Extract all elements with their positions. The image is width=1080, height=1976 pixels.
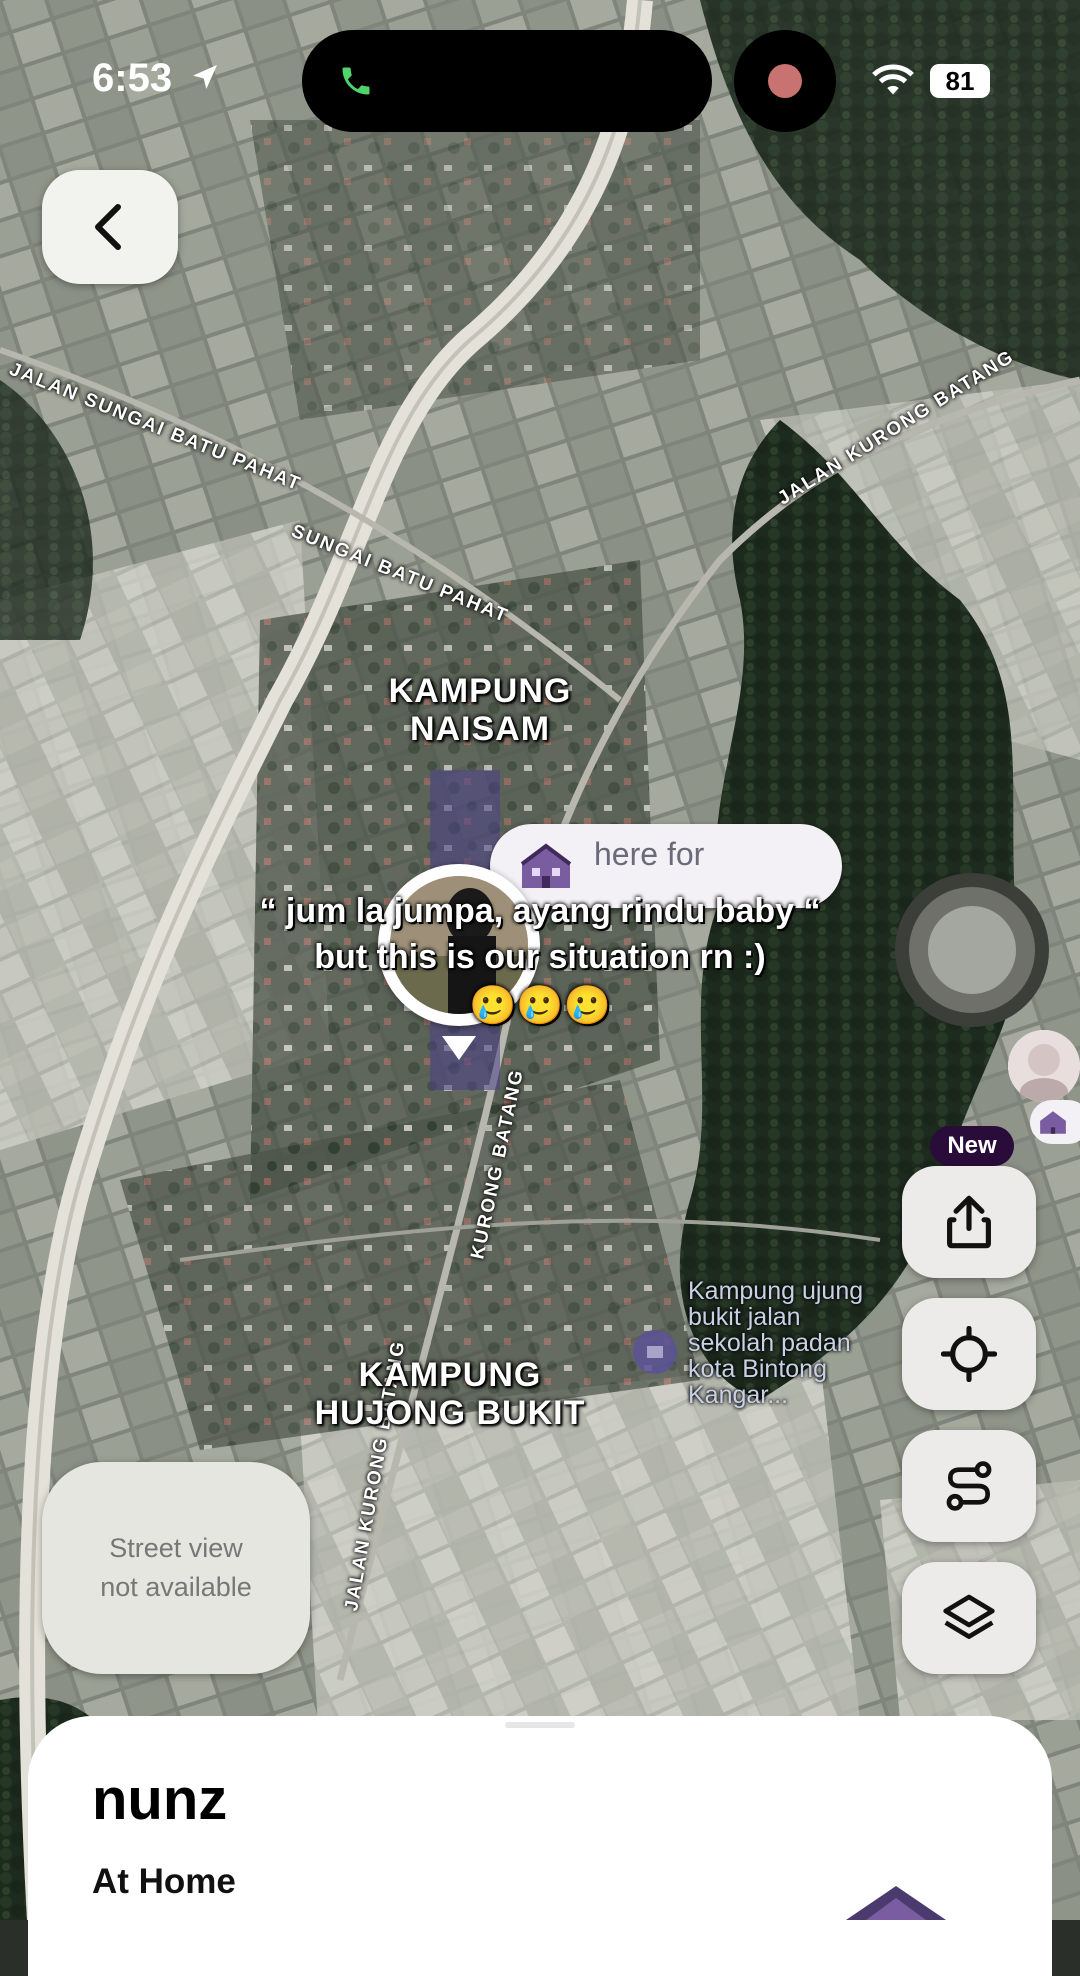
poi-label-line: Kangar...	[688, 1381, 789, 1409]
route-button[interactable]	[902, 1430, 1036, 1542]
sheet-handle[interactable]	[505, 1722, 575, 1728]
route-icon	[946, 1461, 992, 1511]
phone-icon	[342, 67, 370, 95]
area-label-line: KAMPUNG	[388, 672, 572, 710]
area-label-kampung-naisam: KAMPUNG NAISAM	[360, 672, 600, 748]
area-label-line: KAMPUNG	[358, 1356, 542, 1394]
street-view-card[interactable]: Street view not available	[42, 1462, 310, 1674]
poi-label-line: Kampung ujung	[688, 1277, 864, 1305]
poi-label-line: sekolah padan	[688, 1329, 851, 1357]
caption-line: “ jum la jumpa, ayang rindu baby “	[259, 892, 821, 930]
profile-name: nunz	[92, 1767, 228, 1832]
avatar-pin-pointer	[442, 1036, 476, 1060]
status-time: 6:53	[92, 56, 221, 101]
poi-label-line: kota Bintong	[688, 1355, 827, 1383]
house-icon	[520, 843, 572, 888]
recenter-button[interactable]	[902, 1298, 1036, 1410]
caption-line: but this is our situation rn :)	[314, 938, 766, 976]
street-view-text: not available	[100, 1572, 252, 1602]
profile-bottom-sheet[interactable]	[28, 1716, 1052, 1976]
share-icon	[947, 1195, 991, 1249]
share-button[interactable]	[902, 1166, 1036, 1278]
area-label-line: HUJONG BUKIT	[314, 1394, 586, 1432]
location-arrow-icon	[193, 65, 218, 89]
street-view-text: Street view	[109, 1533, 243, 1563]
wifi-icon	[872, 64, 914, 95]
bubble-text: here for	[594, 836, 705, 872]
poi-label-line: bukit jalan	[688, 1303, 801, 1331]
dynamic-island[interactable]	[302, 30, 712, 132]
crosshair-icon	[941, 1326, 997, 1382]
status-time-text: 6:53	[92, 56, 173, 100]
poi-label[interactable]: Kampung ujung bukit jalan sekolah padan …	[688, 1278, 863, 1408]
record-dot-icon	[768, 64, 802, 98]
friend-avatar[interactable]	[1008, 1030, 1080, 1102]
friend-status-chip[interactable]	[1030, 1100, 1080, 1144]
house-icon	[846, 1886, 946, 1920]
map-layers-button[interactable]	[902, 1562, 1036, 1674]
new-badge: New	[930, 1126, 1014, 1166]
caption-emojis: 🥲🥲🥲	[469, 985, 611, 1027]
back-button[interactable]	[42, 170, 178, 284]
profile-status: At Home	[92, 1862, 236, 1901]
house-icon	[1040, 1111, 1066, 1134]
chevron-left-icon	[95, 204, 121, 250]
friend-avatar-image	[1008, 1030, 1080, 1102]
area-label-kampung-hujong-bukit: KAMPUNG HUJONG BUKIT	[300, 1356, 600, 1432]
battery-indicator: 81	[930, 64, 990, 98]
layers-icon	[943, 1594, 995, 1639]
area-label-line: NAISAM	[409, 710, 551, 748]
